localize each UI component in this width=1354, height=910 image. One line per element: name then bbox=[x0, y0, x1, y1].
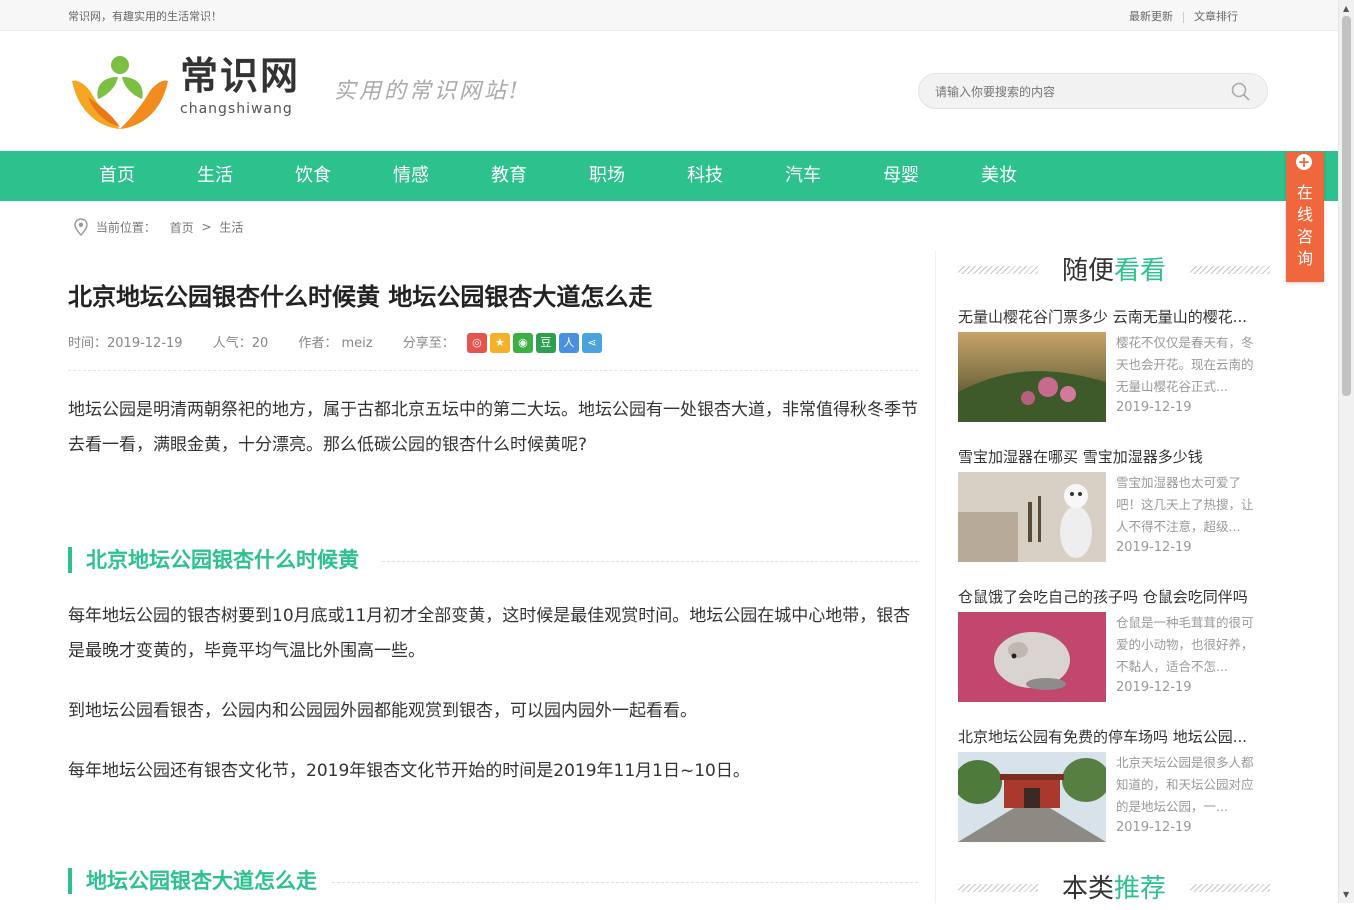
site-slogan: 常识网，有趣实用的生活常识！ bbox=[68, 10, 222, 23]
list-item-date: 2019-12-19 bbox=[1116, 400, 1192, 415]
sidebar: 随便看看 无量山樱花谷门票多少 云南无量山的樱花... 樱花不仅仅是春天有，冬天… bbox=[958, 250, 1270, 904]
more-share-icon[interactable]: ⋖ bbox=[581, 332, 602, 353]
consult-text: 在线咨询 bbox=[1296, 183, 1313, 268]
breadcrumb-sep: > bbox=[201, 220, 212, 234]
list-item-date: 2019-12-19 bbox=[1116, 680, 1192, 695]
sidebar-title-b: 看看 bbox=[1114, 256, 1167, 286]
sidebar-title-text: 随便看看 bbox=[1062, 256, 1166, 286]
site-tagline: 实用的常识网站! bbox=[334, 79, 521, 104]
article: 北京地坛公园银杏什么时候黄 地坛公园银杏大道怎么走 时间：2019-12-19 … bbox=[68, 280, 918, 894]
renren-icon[interactable]: 人 bbox=[558, 332, 579, 353]
breadcrumb-home[interactable]: 首页 bbox=[170, 221, 194, 235]
nav-item-career[interactable]: 职场 bbox=[589, 151, 625, 201]
thumbnail-image[interactable] bbox=[958, 612, 1106, 702]
share-icons: ◎ ★ ◉ 豆人 ⋖ bbox=[466, 332, 605, 354]
main-nav: 首页 生活 饮食 情感 教育 职场 科技 汽车 母婴 美妆 bbox=[0, 151, 1338, 201]
list-item-title[interactable]: 北京地坛公园有免费的停车场吗 地坛公园... bbox=[958, 726, 1270, 747]
wechat-icon[interactable]: ◉ bbox=[512, 332, 533, 353]
top-bar: 常识网，有趣实用的生活常识！ 最新更新 文章排行 bbox=[0, 0, 1338, 31]
brand-name: 常识网 bbox=[180, 53, 301, 98]
online-consult-button[interactable]: + 在线咨询 bbox=[1286, 152, 1324, 282]
list-item-title[interactable]: 无量山樱花谷门票多少 云南无量山的樱花... bbox=[958, 306, 1270, 327]
search-box bbox=[918, 73, 1268, 110]
decorative-hatch bbox=[1190, 884, 1270, 892]
divider bbox=[332, 882, 918, 883]
list-item-desc: 雪宝加湿器也太可爱了吧！这几天上了热搜，让人不得不注意，超级... bbox=[1116, 475, 1254, 534]
scroll-up-icon[interactable]: ▲ bbox=[1343, 4, 1349, 13]
thumbnail-image[interactable] bbox=[958, 332, 1106, 422]
douban-icon[interactable]: 豆 bbox=[535, 332, 556, 353]
divider bbox=[68, 370, 918, 371]
sidebar-title-text: 本类推荐 bbox=[1062, 874, 1166, 904]
nav-item-education[interactable]: 教育 bbox=[491, 151, 527, 201]
list-item-desc: 樱花不仅仅是春天有，冬天也会开花。现在云南的无量山樱花谷正式... bbox=[1116, 335, 1254, 394]
thumbnail-image[interactable] bbox=[958, 472, 1106, 562]
nav-item-diet[interactable]: 饮食 bbox=[295, 151, 331, 201]
search-input[interactable] bbox=[933, 74, 1227, 110]
column-divider bbox=[935, 250, 936, 903]
sidebar-title-b: 推荐 bbox=[1114, 874, 1167, 904]
nav-item-home[interactable]: 首页 bbox=[99, 151, 135, 201]
nav-item-emotion[interactable]: 情感 bbox=[393, 151, 429, 201]
qzone-icon[interactable]: ★ bbox=[489, 332, 510, 353]
scrollbar-thumb[interactable] bbox=[1342, 16, 1351, 396]
article-time: 时间：2019-12-19 bbox=[68, 335, 183, 351]
divider bbox=[382, 561, 918, 562]
sidebar-title-a: 随便 bbox=[1061, 256, 1114, 286]
article-views: 人气：20 bbox=[212, 335, 269, 351]
sidebar-title: 本类推荐 bbox=[958, 868, 1270, 910]
decorative-hatch bbox=[958, 884, 1038, 892]
nav-item-beauty[interactable]: 美妆 bbox=[981, 151, 1017, 201]
list-item-desc: 仓鼠是一种毛茸茸的很可爱的小动物，也很好养，不黏人，适合不怎... bbox=[1116, 615, 1254, 674]
decorative-hatch bbox=[1190, 266, 1270, 274]
nav-item-auto[interactable]: 汽车 bbox=[785, 151, 821, 201]
share-label: 分享至： bbox=[402, 335, 455, 351]
section-heading-text: 北京地坛公园银杏什么时候黄 bbox=[86, 548, 359, 572]
article-meta: 时间：2019-12-19 人气：20 作者： meiz 分享至： ◎ ★ ◉ 豆人 ⋖ bbox=[68, 332, 918, 354]
section-heading: 地坛公园银杏大道怎么走 bbox=[68, 868, 918, 894]
nav-item-life[interactable]: 生活 bbox=[197, 151, 233, 201]
search-icon[interactable] bbox=[1231, 82, 1251, 102]
page-scrollbar[interactable]: ▲ ▼ bbox=[1338, 0, 1354, 903]
plus-icon: + bbox=[1296, 153, 1312, 171]
brand-pinyin: changshiwang bbox=[180, 101, 293, 117]
latest-updates-link[interactable]: 最新更新 bbox=[1119, 10, 1183, 23]
list-item-date: 2019-12-19 bbox=[1116, 540, 1192, 555]
logo-icon[interactable] bbox=[68, 51, 168, 131]
nav-item-tech[interactable]: 科技 bbox=[687, 151, 723, 201]
list-item[interactable]: 雪宝加湿器在哪买 雪宝加湿器多少钱 雪宝加湿器也太可爱了吧！这几天上了热搜，让人… bbox=[958, 446, 1270, 562]
breadcrumb-prefix: 当前位置： bbox=[95, 220, 156, 235]
weibo-icon[interactable]: ◎ bbox=[466, 332, 487, 353]
list-item-date: 2019-12-19 bbox=[1116, 820, 1192, 835]
section-heading: 北京地坛公园银杏什么时候黄 bbox=[68, 547, 918, 573]
sidebar-title: 随便看看 bbox=[958, 250, 1270, 292]
site-header: 常识网 changshiwang 实用的常识网站! bbox=[0, 31, 1338, 151]
article-title: 北京地坛公园银杏什么时候黄 地坛公园银杏大道怎么走 bbox=[68, 283, 653, 311]
article-intro: 地坛公园是明清两朝祭祀的地方，属于古都北京五坛中的第二大坛。地坛公园有一处银杏大… bbox=[68, 400, 918, 455]
breadcrumb-current[interactable]: 生活 bbox=[219, 221, 243, 235]
article-paragraph: 到地坛公园看银杏，公园内和公园园外园都能观赏到银杏，可以园内园外一起看看。 bbox=[68, 701, 697, 721]
list-item-desc: 北京天坛公园是很多人都知道的，和天坛公园对应的是地坛公园，一... bbox=[1116, 755, 1254, 814]
section-heading-text: 地坛公园银杏大道怎么走 bbox=[86, 869, 317, 893]
scroll-down-icon[interactable]: ▼ bbox=[1343, 890, 1349, 899]
article-paragraph: 每年地坛公园的银杏树要到10月底或11月初才全部变黄，这时候是最佳观赏时间。地坛… bbox=[68, 606, 911, 661]
breadcrumb: 当前位置： 首页 > 生活 bbox=[74, 218, 243, 236]
decorative-hatch bbox=[958, 266, 1038, 274]
article-author: 作者： meiz bbox=[298, 335, 373, 351]
location-pin-icon bbox=[74, 218, 88, 236]
thumbnail-image[interactable] bbox=[958, 752, 1106, 842]
nav-item-baby[interactable]: 母婴 bbox=[883, 151, 919, 201]
list-item[interactable]: 仓鼠饿了会吃自己的孩子吗 仓鼠会吃同伴吗 仓鼠是一种毛茸茸的很可爱的小动物，也很… bbox=[958, 586, 1270, 702]
sidebar-title-a: 本类 bbox=[1061, 874, 1114, 904]
article-paragraph: 每年地坛公园还有银杏文化节，2019年银杏文化节开始的时间是2019年11月1日… bbox=[68, 761, 750, 781]
article-ranking-link[interactable]: 文章排行 bbox=[1184, 10, 1248, 23]
list-item-title[interactable]: 仓鼠饿了会吃自己的孩子吗 仓鼠会吃同伴吗 bbox=[958, 586, 1270, 607]
list-item[interactable]: 北京地坛公园有免费的停车场吗 地坛公园... 北京天坛公园是很多人都知道的，和天… bbox=[958, 726, 1270, 842]
list-item[interactable]: 无量山樱花谷门票多少 云南无量山的樱花... 樱花不仅仅是春天有，冬天也会开花。… bbox=[958, 306, 1270, 422]
list-item-title[interactable]: 雪宝加湿器在哪买 雪宝加湿器多少钱 bbox=[958, 446, 1270, 467]
online-consult-label: 在线咨询 bbox=[1286, 182, 1324, 270]
top-links: 最新更新 文章排行 bbox=[1119, 8, 1248, 24]
brand: 常识网 changshiwang bbox=[180, 53, 300, 117]
